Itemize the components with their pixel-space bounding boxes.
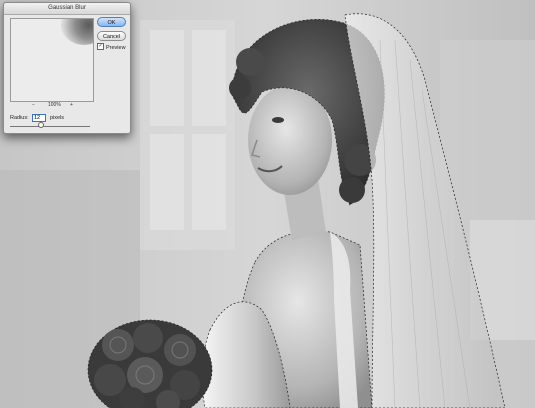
cancel-button[interactable]: Cancel: [97, 31, 126, 41]
radius-slider-thumb[interactable]: [38, 122, 44, 128]
zoom-level-label: 100%: [48, 102, 61, 108]
preview-zoom-controls: − 100% +: [10, 102, 94, 110]
filter-preview-window[interactable]: [10, 18, 94, 102]
dialog-title[interactable]: Gaussian Blur: [4, 3, 130, 15]
radius-label: Radius:: [10, 115, 29, 121]
preview-checkbox-row[interactable]: ✓ Preview: [97, 43, 126, 52]
preview-image: [61, 19, 93, 45]
zoom-in-button[interactable]: +: [70, 102, 73, 108]
preview-checkbox-label: Preview: [106, 44, 126, 51]
zoom-out-button[interactable]: −: [32, 102, 35, 108]
radius-slider-track[interactable]: [10, 126, 90, 127]
gaussian-blur-dialog: Gaussian Blur − 100% + OK Cancel ✓ Previe…: [3, 2, 131, 134]
radius-input[interactable]: [32, 114, 46, 122]
preview-checkbox[interactable]: ✓: [97, 43, 104, 50]
radius-unit-label: pixels: [50, 115, 65, 121]
ok-button[interactable]: OK: [97, 17, 126, 27]
